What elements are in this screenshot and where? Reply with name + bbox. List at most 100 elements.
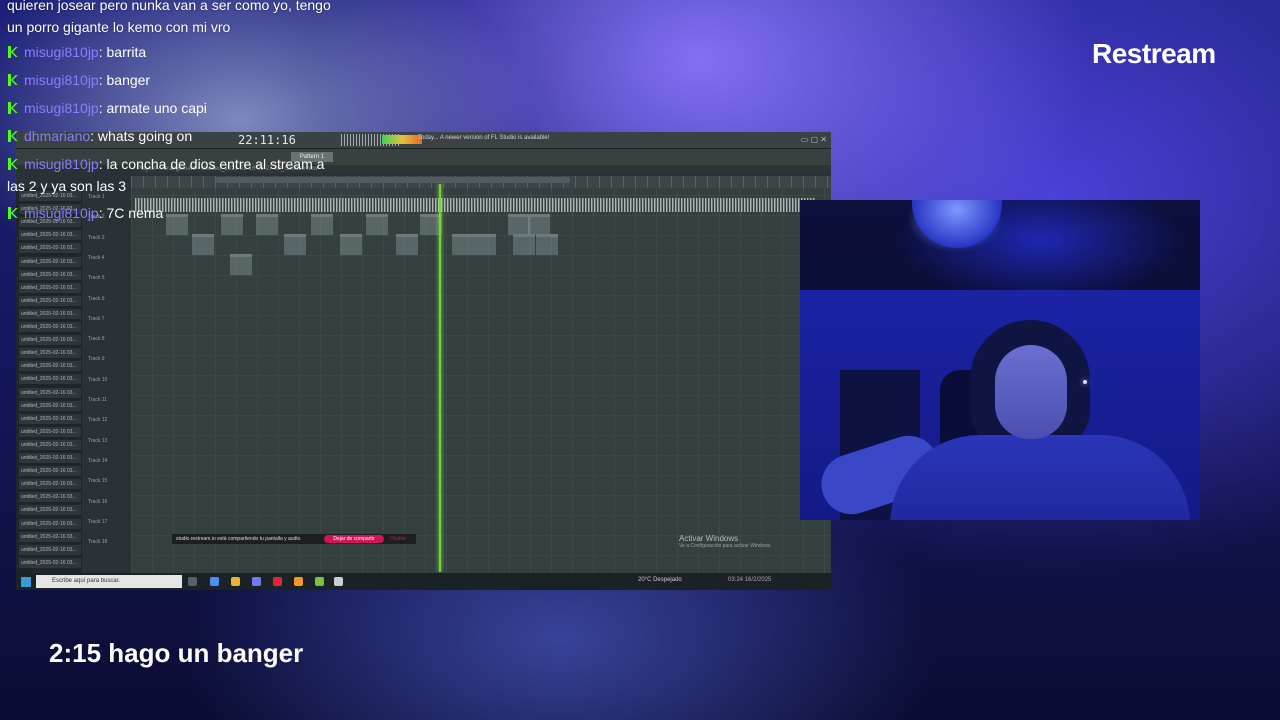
chat-username[interactable]: misugi810jp: [24, 72, 99, 88]
browser-item[interactable]: untitled_2025-02-16 03...: [19, 439, 81, 450]
browser-item[interactable]: untitled_2025-02-16 03...: [19, 348, 81, 359]
track-label[interactable]: Track 6: [88, 296, 128, 302]
app-icon-2[interactable]: [334, 577, 343, 586]
chat-text: banger: [102, 72, 151, 88]
activate-title: Activar Windows: [679, 534, 739, 543]
audio-clip[interactable]: [528, 214, 550, 235]
windows-start-icon[interactable]: [21, 577, 31, 587]
browser-item[interactable]: untitled_2025-02-16 03...: [19, 544, 81, 555]
audio-clip[interactable]: [192, 234, 214, 255]
taskbar-search-input[interactable]: Escribe aquí para buscar.: [36, 575, 182, 588]
audio-clip-track-1[interactable]: [135, 198, 815, 212]
track-label[interactable]: Track 10: [88, 377, 128, 383]
chat-message-top: quieren josear pero nunka van a ser como…: [7, 0, 331, 35]
browser-item[interactable]: untitled_2025-02-16 03...: [19, 308, 81, 319]
fl-studio-icon[interactable]: [294, 577, 303, 586]
browser-item[interactable]: untitled_2025-02-16 03...: [19, 322, 81, 332]
chat-text: armate uno capi: [102, 100, 207, 116]
cam-body: [890, 435, 1190, 520]
browser-item[interactable]: untitled_2025-02-16 03...: [19, 374, 81, 385]
chat-username[interactable]: misugi810jp: [24, 44, 99, 60]
track-label[interactable]: Track 5: [88, 275, 128, 281]
track-label[interactable]: Track 17: [88, 519, 128, 525]
audio-clip[interactable]: [230, 254, 252, 275]
chat-message: misugi810jp: banger: [7, 69, 150, 91]
track-label[interactable]: Track 4: [88, 255, 128, 261]
webcam-feed: [800, 200, 1200, 520]
kick-icon: [7, 102, 19, 114]
tray-date: 16/2/2025: [744, 577, 772, 583]
hint-bar: Today... A newer version of FL Studio is…: [418, 135, 550, 141]
browser-item[interactable]: untitled_2025-02-16 03...: [19, 256, 81, 267]
browser-item[interactable]: untitled_2025-02-16 03...: [19, 295, 81, 306]
audio-clip[interactable]: [311, 214, 333, 235]
browser-item[interactable]: untitled_2025-02-16 03...: [19, 387, 81, 398]
browser-item[interactable]: untitled_2025-02-16 03...: [19, 361, 81, 372]
track-label[interactable]: Track 7: [88, 316, 128, 322]
audio-clip[interactable]: [452, 234, 474, 255]
browser-item[interactable]: untitled_2025-02-16 03...: [19, 479, 81, 490]
audio-clip[interactable]: [256, 214, 278, 235]
discord-icon[interactable]: [252, 577, 261, 586]
audio-clip[interactable]: [366, 214, 388, 235]
track-label[interactable]: Track 14: [88, 458, 128, 464]
track-label[interactable]: Track 9: [88, 356, 128, 362]
playhead: [439, 184, 441, 572]
audio-clip[interactable]: [221, 214, 243, 235]
stop-sharing-button[interactable]: Dejar de compartir: [324, 535, 384, 543]
folder-icon[interactable]: [231, 577, 240, 586]
browser-item[interactable]: untitled_2025-02-16 03...: [19, 243, 81, 254]
browser-item[interactable]: untitled_2025-02-16 03...: [19, 531, 81, 542]
audio-clip[interactable]: [474, 234, 496, 255]
browser-item[interactable]: untitled_2025-02-16 03...: [19, 426, 81, 437]
system-tray[interactable]: 03:24 16/2/2025: [728, 577, 771, 583]
hide-button[interactable]: Ocultar: [390, 534, 406, 544]
browser-item[interactable]: untitled_2025-02-16 03...: [19, 557, 81, 568]
browser-item[interactable]: untitled_2025-02-16 03...: [19, 413, 81, 424]
browser-item[interactable]: untitled_2025-02-16 03...: [19, 492, 81, 503]
browser-item[interactable]: untitled_2025-02-16 03...: [19, 269, 81, 280]
track-label[interactable]: Track 3: [88, 235, 128, 241]
task-view-icon[interactable]: [188, 577, 197, 586]
track-label[interactable]: Track 13: [88, 438, 128, 444]
shared-screen: 22:11:16 Today... A newer version of FL …: [16, 132, 831, 590]
windows-activation-watermark: Activar Windows Ve a Configuración para …: [679, 534, 772, 549]
chat-username[interactable]: dhmariano: [24, 128, 90, 144]
chrome-icon[interactable]: [210, 577, 219, 586]
browser-item[interactable]: untitled_2025-02-16 03...: [19, 400, 81, 411]
browser-item[interactable]: untitled_2025-02-16 03...: [19, 335, 81, 346]
track-label[interactable]: Track 12: [88, 417, 128, 423]
song-clock: 22:11:16: [238, 133, 296, 147]
audio-clip[interactable]: [284, 234, 306, 255]
audio-clip[interactable]: [508, 214, 530, 235]
browser-item[interactable]: untitled_2025-02-16 03...: [19, 230, 81, 241]
windows-taskbar: Escribe aquí para buscar. 20°C Despejado…: [16, 573, 831, 590]
audio-clip[interactable]: [396, 234, 418, 255]
track-label[interactable]: Track 11: [88, 397, 128, 403]
browser-item[interactable]: untitled_2025-02-16 03...: [19, 505, 81, 516]
chat-username[interactable]: misugi810jp: [24, 156, 99, 172]
opera-icon[interactable]: [273, 577, 282, 586]
track-label[interactable]: Track 15: [88, 478, 128, 484]
app-icon[interactable]: [315, 577, 324, 586]
audio-clip[interactable]: [513, 234, 535, 255]
kick-icon: [7, 207, 19, 219]
browser-item[interactable]: untitled_2025-02-16 03...: [19, 466, 81, 477]
window-controls[interactable]: ▭ ▢ ✕: [801, 135, 827, 144]
audio-clip[interactable]: [536, 234, 558, 255]
tray-time: 03:24: [728, 577, 744, 583]
track-label[interactable]: Track 16: [88, 499, 128, 505]
browser-item[interactable]: untitled_2025-02-16 03...: [19, 518, 81, 529]
browser-item[interactable]: untitled_2025-02-16 03...: [19, 282, 81, 293]
audio-clip[interactable]: [166, 214, 188, 235]
chat-username[interactable]: misugi810jp: [24, 100, 99, 116]
audio-clip[interactable]: [340, 234, 362, 255]
chat-text: barrita: [102, 44, 147, 60]
chat-message: misugi810jp: barrita: [7, 41, 146, 63]
chat-username[interactable]: misugi810jp: [24, 205, 99, 221]
browser-item[interactable]: untitled_2025-02-16 03...: [19, 453, 81, 463]
kick-icon: [7, 130, 19, 142]
track-label[interactable]: Track 8: [88, 336, 128, 342]
weather-widget[interactable]: 20°C Despejado: [638, 577, 682, 583]
track-label[interactable]: Track 18: [88, 539, 128, 545]
